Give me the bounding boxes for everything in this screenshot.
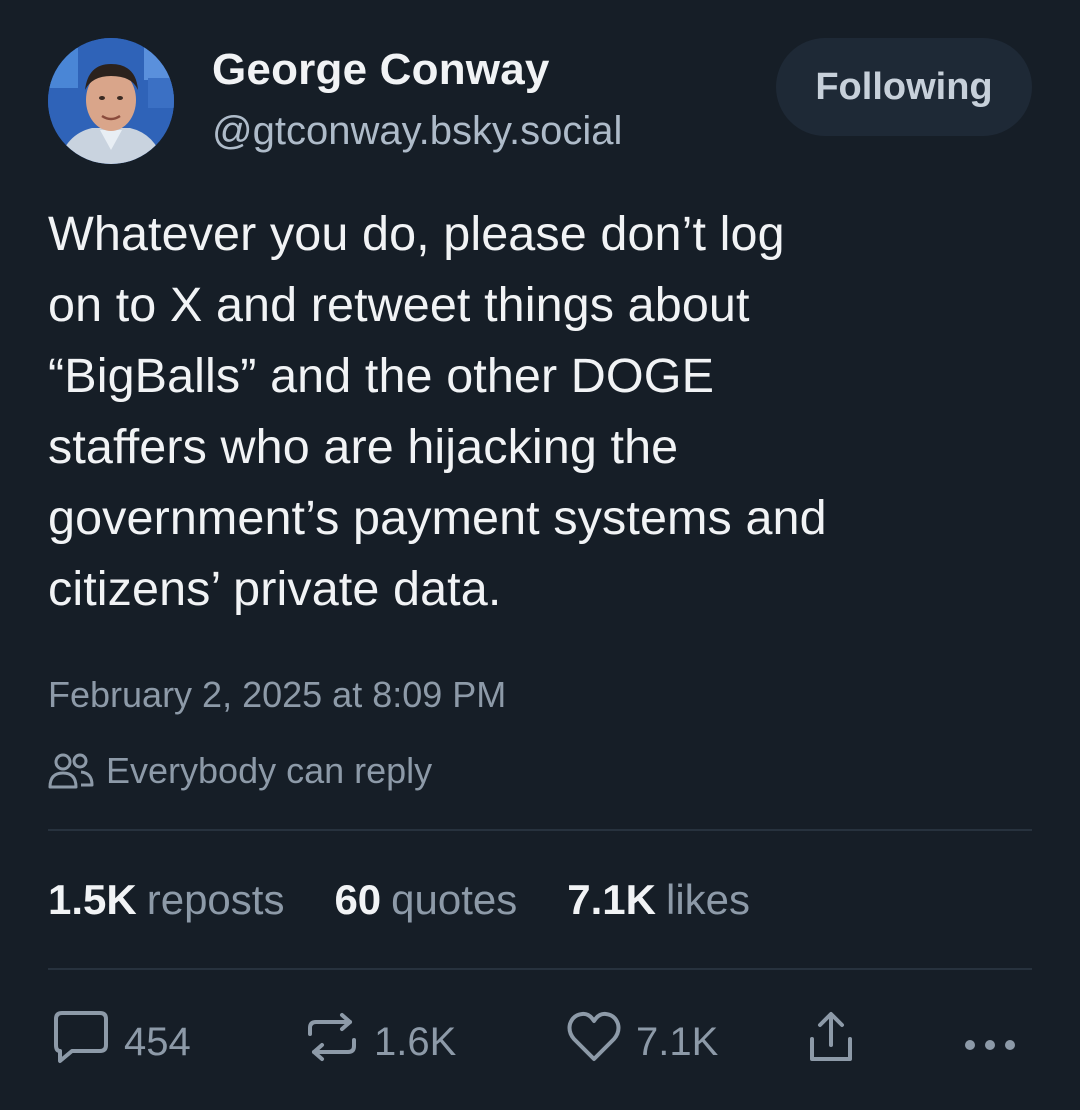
author-handle[interactable]: @gtconway.bsky.social <box>212 106 622 156</box>
reply-setting: Everybody can reply <box>48 746 432 796</box>
quotes-label: quotes <box>391 876 518 923</box>
like-count: 7.1K <box>636 1019 719 1064</box>
quotes-stat[interactable]: 60 quotes <box>334 876 517 924</box>
share-button[interactable] <box>808 1012 868 1072</box>
likes-label: likes <box>666 876 751 923</box>
post-detail: George Conway @gtconway.bsky.social Foll… <box>0 0 1080 1110</box>
likes-count: 7.1K <box>567 876 656 923</box>
action-bar: 454 1.6K 7.1K <box>48 1009 1032 1075</box>
post-timestamp: February 2, 2025 at 8:09 PM <box>48 674 507 715</box>
repost-button[interactable]: 1.6K <box>304 1012 456 1072</box>
post-header: George Conway @gtconway.bsky.social Foll… <box>48 38 1032 168</box>
avatar[interactable] <box>48 38 174 164</box>
share-icon <box>808 1009 854 1075</box>
reply-button[interactable]: 454 <box>52 1009 191 1075</box>
post-stats: 1.5K reposts 60 quotes 7.1K likes <box>48 876 800 930</box>
people-icon <box>48 751 94 791</box>
author-display-name[interactable]: George Conway <box>212 42 622 98</box>
following-button[interactable]: Following <box>776 38 1032 136</box>
ellipsis-icon <box>962 1020 1018 1065</box>
reposts-label: reposts <box>146 876 285 923</box>
speech-bubble-icon <box>52 1009 110 1075</box>
repost-arrows-icon <box>304 1012 360 1072</box>
reply-setting-label: Everybody can reply <box>106 750 433 791</box>
reply-count: 454 <box>124 1019 191 1064</box>
reposts-stat[interactable]: 1.5K reposts <box>48 876 284 924</box>
divider <box>48 829 1032 831</box>
divider <box>48 968 1032 970</box>
heart-icon <box>566 1011 622 1073</box>
quotes-count: 60 <box>334 876 382 923</box>
more-options-button[interactable] <box>962 1012 1032 1072</box>
avatar-image <box>48 38 174 164</box>
reposts-count: 1.5K <box>48 876 137 923</box>
repost-count: 1.6K <box>374 1019 457 1064</box>
author-info[interactable]: George Conway @gtconway.bsky.social <box>212 42 622 156</box>
likes-stat[interactable]: 7.1K likes <box>567 876 750 924</box>
like-button[interactable]: 7.1K <box>566 1011 719 1073</box>
post-text: Whatever you do, please don’t log on to … <box>48 207 827 616</box>
